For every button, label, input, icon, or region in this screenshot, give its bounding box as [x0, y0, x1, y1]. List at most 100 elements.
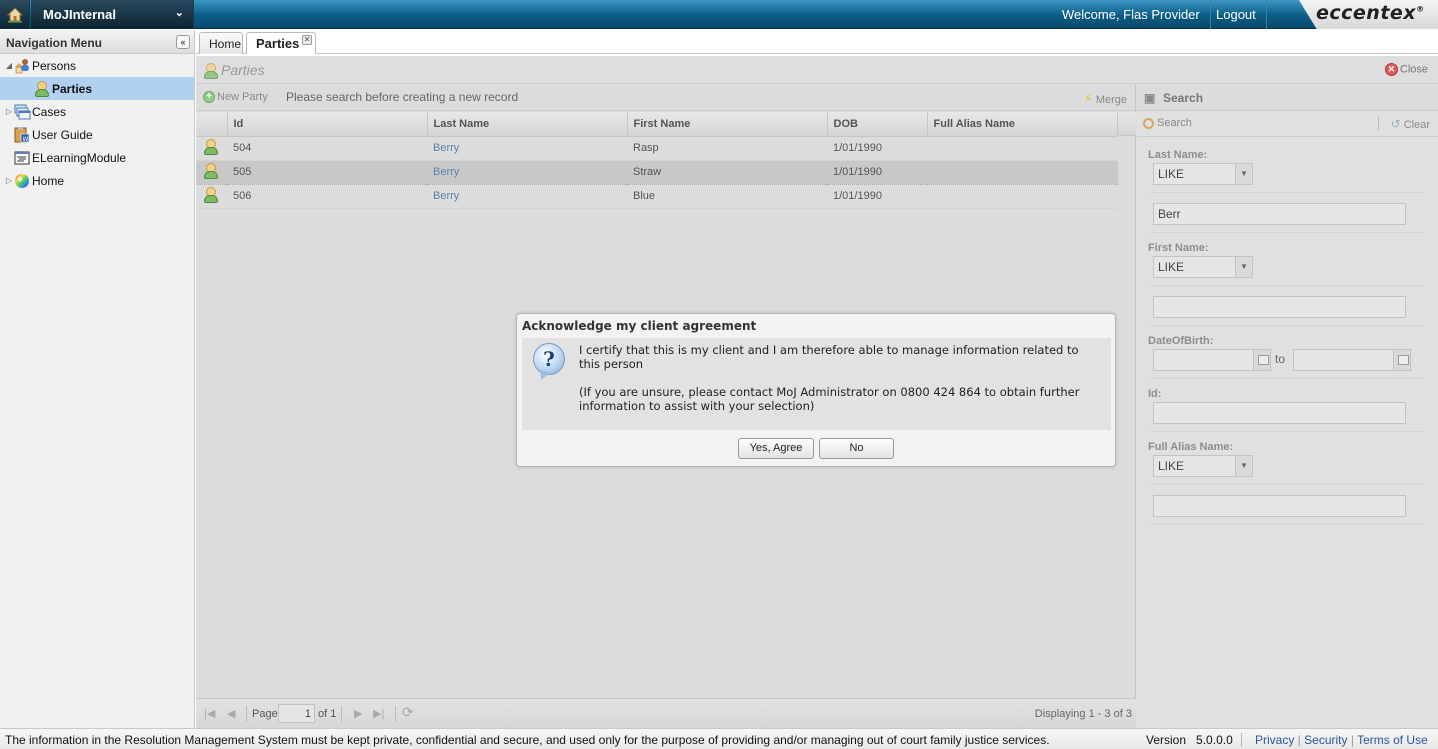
cell-id: 506	[227, 184, 427, 209]
page-number-input[interactable]	[278, 704, 315, 723]
expanded-triangle-icon[interactable]: ◢	[4, 61, 14, 70]
divider	[1148, 325, 1425, 326]
full-alias-name-input[interactable]	[1153, 495, 1406, 517]
merge-label: Merge	[1095, 94, 1127, 106]
cases-icon	[14, 104, 31, 120]
search-button[interactable]: Search	[1143, 117, 1192, 129]
close-icon: ✕	[1384, 63, 1398, 76]
column-header-dob[interactable]: DOB	[827, 112, 928, 137]
refresh-icon[interactable]: ⟳	[402, 704, 414, 721]
close-label: Close	[1399, 63, 1428, 76]
cell-last-name[interactable]: Berry	[427, 136, 627, 161]
confidentiality-notice: The information in the Resolution Manage…	[5, 733, 1050, 747]
collapsed-triangle-icon[interactable]: ▷	[4, 176, 14, 185]
question-icon: ?	[533, 343, 565, 375]
column-header-last-name[interactable]: Last Name	[427, 112, 628, 137]
sidebar-item-label: Home	[32, 173, 65, 188]
table-row[interactable]: 505 Berry Straw 1/01/1990	[196, 159, 1118, 185]
calendar-icon[interactable]	[1253, 350, 1270, 370]
top-header: MoJInternal ⌄ Welcome, Flas Provider Log…	[0, 0, 1438, 29]
column-header-id[interactable]: Id	[227, 112, 428, 137]
sidebar-item-home[interactable]: ▷ Home	[0, 169, 194, 192]
collapse-sidebar-button[interactable]: «	[176, 35, 190, 49]
version-label: Version	[1146, 733, 1187, 747]
security-link[interactable]: Security	[1304, 733, 1347, 747]
collapsed-triangle-icon[interactable]: ▷	[4, 107, 14, 116]
cell-last-name[interactable]: Berry	[427, 159, 627, 185]
column-header-first-name[interactable]: First Name	[627, 112, 828, 137]
footer-links: Privacy | Security | Terms of Use	[1255, 733, 1428, 747]
clear-button[interactable]: ↺ Clear	[1391, 117, 1430, 131]
home-icon	[6, 6, 23, 22]
merge-button[interactable]: ⚡︎ Merge	[1084, 91, 1127, 107]
select-value: LIKE	[1158, 459, 1185, 473]
sidebar-item-cases[interactable]: ▷ Cases	[0, 100, 194, 123]
last-name-operator-select[interactable]: LIKE ▼	[1153, 163, 1253, 185]
paging-toolbar: |◀ ◀ Page of 1 ▶ ▶| ⟳ Displaying 1 - 3 o…	[196, 698, 1136, 728]
close-panel-button[interactable]: ✕ Close	[1384, 63, 1428, 76]
first-name-operator-select[interactable]: LIKE ▼	[1153, 256, 1253, 278]
alias-operator-select[interactable]: LIKE ▼	[1153, 455, 1253, 477]
panel-title: Parties	[221, 62, 265, 78]
version-info: Version 5.0.0.0	[1146, 733, 1242, 747]
sidebar-item-user-guide[interactable]: W User Guide	[0, 123, 194, 146]
sidebar-item-persons[interactable]: ◢ Persons	[0, 54, 194, 77]
last-name-label: Last Name:	[1148, 149, 1208, 161]
terms-link[interactable]: Terms of Use	[1357, 733, 1428, 747]
column-header-full-alias-name[interactable]: Full Alias Name	[927, 112, 1118, 137]
yes-agree-button[interactable]: Yes, Agree	[738, 438, 814, 459]
dialog-message-contact: (If you are unsure, please contact MoJ A…	[579, 385, 1080, 413]
next-page-icon[interactable]: ▶	[354, 707, 362, 720]
cell-first-name: Rasp	[627, 136, 827, 161]
tab-home[interactable]: Home	[199, 32, 243, 54]
calendar-icon[interactable]	[1393, 350, 1410, 370]
search-panel-header: ▣ Search	[1137, 85, 1438, 111]
last-page-icon[interactable]: ▶|	[373, 707, 384, 720]
divider	[1148, 524, 1425, 525]
cell-alias	[927, 136, 1118, 161]
navigation-sidebar: Navigation Menu « ◢ Persons Parties ▷ Ca…	[0, 30, 195, 728]
privacy-link[interactable]: Privacy	[1255, 733, 1294, 747]
brand-mark: ®	[1416, 4, 1425, 14]
chevron-down-icon[interactable]: ▼	[1235, 164, 1252, 184]
select-value: LIKE	[1158, 167, 1185, 181]
tab-parties[interactable]: Parties ✕	[246, 32, 316, 54]
first-page-icon[interactable]: |◀	[204, 707, 215, 720]
first-name-input[interactable]	[1153, 296, 1406, 318]
dob-to-input[interactable]	[1293, 349, 1411, 371]
last-name-input[interactable]: Berr	[1153, 203, 1406, 225]
app-selector[interactable]: MoJInternal ⌄	[31, 0, 194, 29]
dialog-message: I certify that this is my client and I a…	[579, 343, 1099, 413]
dialog-body: ? I certify that this is my client and I…	[522, 338, 1111, 430]
table-row[interactable]: 504 Berry Rasp 1/01/1990	[196, 136, 1118, 161]
cell-last-name[interactable]: Berry	[427, 184, 627, 209]
dob-from-input[interactable]	[1153, 349, 1271, 371]
dob-label: DateOfBirth:	[1148, 335, 1214, 347]
close-tab-icon[interactable]: ✕	[302, 35, 312, 45]
sidebar-item-label: User Guide	[32, 127, 93, 142]
cell-alias	[927, 184, 1118, 209]
logout-button[interactable]: Logout	[1206, 0, 1267, 29]
svg-text:W: W	[23, 136, 29, 143]
new-party-button[interactable]: + New Party	[203, 91, 268, 104]
home-button[interactable]	[0, 0, 30, 29]
table-header-row: Id Last Name First Name DOB Full Alias N…	[196, 112, 1118, 137]
chevron-down-icon[interactable]: ▼	[1235, 456, 1252, 476]
sidebar-item-elearning[interactable]: ELearningModule	[0, 146, 194, 169]
row-icon-cell	[196, 184, 227, 209]
prev-page-icon[interactable]: ◀	[227, 707, 235, 720]
cell-id: 504	[227, 136, 427, 161]
parties-table: Id Last Name First Name DOB Full Alias N…	[196, 112, 1118, 209]
id-input[interactable]	[1153, 402, 1406, 424]
search-toolbar: Search ↺ Clear	[1137, 111, 1438, 137]
search-hint: Please search before creating a new reco…	[286, 90, 519, 104]
cell-first-name: Blue	[627, 184, 827, 209]
table-row[interactable]: 506 Berry Blue 1/01/1990	[196, 184, 1118, 209]
sidebar-item-label: Cases	[32, 104, 67, 119]
first-name-label: First Name:	[1148, 242, 1209, 254]
sidebar-item-parties[interactable]: Parties	[0, 77, 194, 100]
tab-bar: Home Parties ✕	[196, 30, 1438, 54]
chevron-down-icon[interactable]: ▼	[1235, 257, 1252, 277]
brand-name: eccentex	[1316, 2, 1417, 24]
no-button[interactable]: No	[819, 438, 894, 459]
